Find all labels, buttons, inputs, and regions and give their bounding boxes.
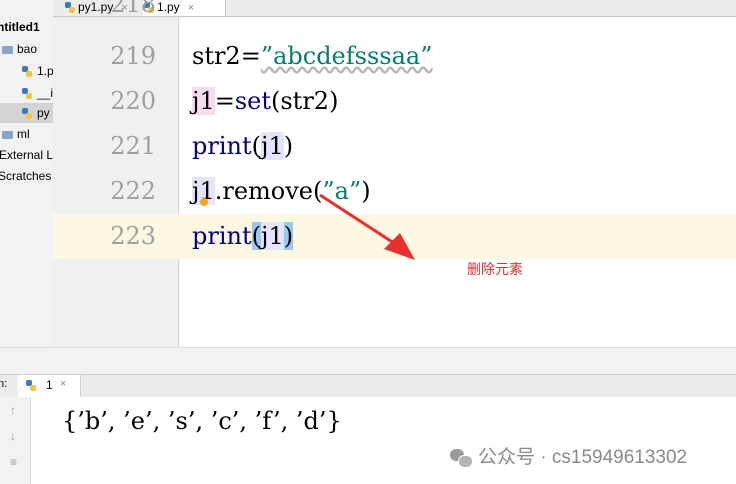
code-token: (str2)	[271, 87, 339, 115]
tree-item-ml[interactable]: ml	[2, 124, 30, 144]
line-number: 220	[110, 87, 156, 115]
python-file-icon	[22, 65, 33, 78]
code-token: =	[214, 87, 235, 115]
tree-item-root[interactable]: ntitled1	[0, 17, 40, 37]
watermark: 公众号 · cs15949613302	[450, 442, 687, 469]
panel-splitter[interactable]	[0, 347, 736, 375]
line-number: 219	[110, 42, 156, 70]
annotation-text: 删除元素	[467, 261, 523, 277]
code-token-variable: j1	[261, 132, 284, 160]
console-output-text: {’b’, ’e’, ’s’, ’c’, ’f’, ’d’}	[62, 407, 342, 435]
tab-label: 1	[46, 378, 53, 392]
code-token: )	[283, 132, 294, 160]
code-token-bracket: (	[251, 222, 261, 250]
code-token-builtin: print	[192, 222, 252, 250]
code-token-string: ”abcdefsssaa”	[260, 42, 433, 70]
code-line[interactable]: j1=set(str2)	[192, 87, 338, 115]
tree-item-external-libraries[interactable]: External L	[0, 145, 53, 165]
code-token: (	[251, 132, 261, 160]
code-token-variable: j1	[261, 222, 284, 250]
tree-item-label: ntitled1	[0, 20, 40, 34]
tab-run-1[interactable]: 1 ×	[18, 375, 81, 397]
code-line[interactable]: print(j1)	[192, 222, 294, 250]
code-token: str2=	[192, 42, 261, 70]
watermark-text: 公众号 · cs15949613302	[478, 447, 688, 468]
console-toolbar: ↑ ↓ ≡	[0, 397, 31, 484]
code-token-builtin: set	[234, 87, 271, 115]
close-icon[interactable]: ×	[60, 378, 66, 390]
tree-item-label: py	[37, 106, 50, 120]
code-token-bracket: )	[283, 222, 294, 250]
line-number: 218	[110, 0, 156, 18]
code-token-variable: j1	[192, 87, 215, 115]
tree-item-file[interactable]: 1.p	[22, 61, 54, 81]
tree-item-file-selected[interactable]: py	[0, 103, 53, 123]
line-number: 221	[110, 132, 156, 160]
run-label: n:	[0, 378, 8, 390]
line-number: 223	[110, 222, 156, 250]
code-line[interactable]: str2=”abcdefsssaa”	[192, 42, 432, 70]
project-panel: ntitled1 bao 1.p __ir py ml External L S…	[0, 0, 54, 360]
line-number: 222	[110, 177, 156, 205]
tree-item-bao[interactable]: bao	[2, 39, 37, 59]
tree-item-label: bao	[17, 42, 38, 56]
code-line[interactable]: print(j1)	[192, 132, 293, 160]
tree-item-scratches[interactable]: Scratches	[0, 166, 51, 186]
tree-item-label: ml	[17, 127, 30, 141]
tree-item-label: 1.p	[37, 64, 54, 78]
soft-wrap-icon[interactable]: ≡	[10, 455, 17, 469]
arrow-up-icon[interactable]: ↑	[10, 403, 16, 417]
tree-item-label: External L	[0, 148, 54, 162]
run-tool-window-header: n: 1 ×	[0, 374, 736, 398]
python-file-icon	[22, 87, 33, 100]
tree-item-file[interactable]: __ir	[22, 83, 54, 103]
python-icon	[26, 380, 37, 392]
lightbulb-icon[interactable]	[200, 198, 208, 206]
python-file-icon	[22, 107, 33, 120]
tree-item-label: __ir	[37, 86, 54, 100]
folder-icon	[2, 45, 13, 54]
code-token-builtin: print	[192, 132, 252, 160]
arrow-down-icon[interactable]: ↓	[10, 429, 16, 443]
tree-item-label: Scratches	[0, 169, 52, 183]
annotation-arrow-icon	[319, 193, 415, 260]
folder-icon	[2, 130, 13, 139]
wechat-icon	[450, 448, 473, 468]
